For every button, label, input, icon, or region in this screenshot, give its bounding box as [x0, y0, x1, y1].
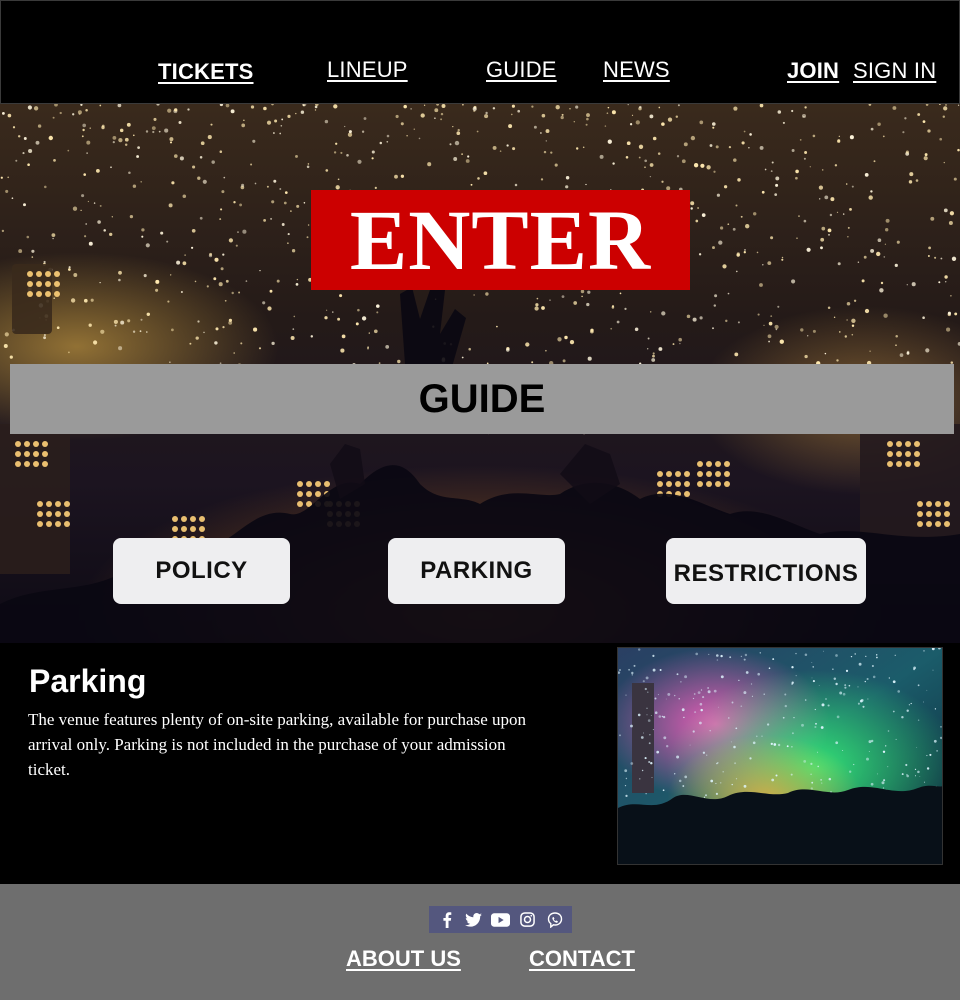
policy-button[interactable]: POLICY	[113, 538, 290, 604]
viber-icon[interactable]	[545, 910, 565, 930]
parking-button[interactable]: PARKING	[388, 538, 565, 604]
nav-link-lineup[interactable]: LINEUP	[327, 57, 408, 83]
nav-link-news[interactable]: NEWS	[603, 57, 670, 83]
enter-logo[interactable]: ENTER	[311, 190, 690, 290]
logo-text: ENTER	[349, 192, 652, 288]
hero-section: ENTER GUIDE POLICY PARKING RESTRICTIONS	[0, 104, 960, 643]
twitter-icon[interactable]	[464, 910, 484, 930]
parking-section: Parking The venue features plenty of on-…	[0, 643, 960, 884]
restrictions-button[interactable]: RESTRICTIONS	[666, 538, 866, 604]
section-body: The venue features plenty of on-site par…	[28, 710, 527, 779]
nav-link-guide[interactable]: GUIDE	[486, 57, 557, 83]
contact-link[interactable]: CONTACT	[529, 946, 635, 972]
sign-in-link[interactable]: SIGN IN	[853, 58, 936, 84]
social-links	[429, 906, 572, 933]
guide-banner: GUIDE	[10, 364, 954, 434]
facebook-icon[interactable]	[437, 910, 457, 930]
section-heading: Parking	[29, 663, 147, 699]
page-title: GUIDE	[418, 376, 546, 421]
join-link[interactable]: JOIN	[787, 58, 839, 84]
nav-link-tickets[interactable]: TICKETS	[158, 59, 254, 85]
footer: ABOUT US CONTACT	[0, 884, 960, 1000]
concert-photo	[617, 647, 943, 865]
top-nav: TICKETS LINEUP GUIDE NEWS JOIN SIGN IN	[0, 0, 960, 104]
about-us-link[interactable]: ABOUT US	[346, 946, 461, 972]
instagram-icon[interactable]	[518, 910, 538, 930]
youtube-icon[interactable]	[491, 910, 511, 930]
